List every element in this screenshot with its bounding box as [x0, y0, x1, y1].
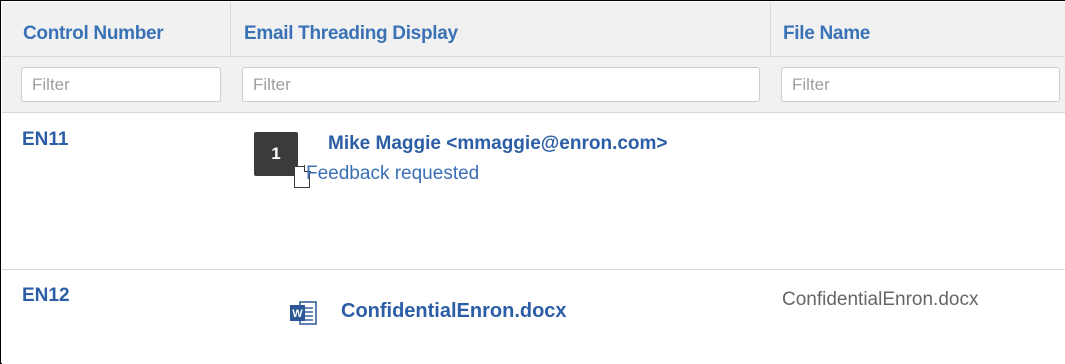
column-header-file-name[interactable]: File Name	[783, 2, 870, 57]
document-name-link[interactable]: ConfidentialEnron.docx	[341, 300, 567, 323]
svg-text:W: W	[292, 308, 303, 320]
grid-header-row: Control Number Email Threading Display F…	[2, 2, 1065, 57]
document-grid: Control Number Email Threading Display F…	[0, 0, 1065, 364]
email-subject-link[interactable]: Feedback requested	[306, 163, 479, 185]
word-document-icon: W	[290, 301, 317, 325]
table-row[interactable]: EN12 W ConfidentialEnron.docx Confidenti…	[2, 270, 1065, 364]
column-header-control-number[interactable]: Control Number	[23, 2, 164, 57]
grid-filter-row	[2, 57, 1065, 113]
column-header-email-threading-display[interactable]: Email Threading Display	[244, 2, 458, 57]
column-divider[interactable]	[230, 2, 231, 57]
email-thread-badge-icon[interactable]: 1	[254, 132, 298, 176]
control-number-link[interactable]: EN12	[22, 285, 70, 307]
table-row[interactable]: EN11 1 Mike Maggie <mmaggie@enron.com> F…	[2, 114, 1065, 268]
filter-file-name-input[interactable]	[781, 67, 1060, 102]
control-number-link[interactable]: EN11	[22, 129, 68, 151]
file-name-cell: ConfidentialEnron.docx	[782, 289, 979, 310]
column-divider[interactable]	[770, 2, 771, 57]
filter-control-number-input[interactable]	[21, 67, 221, 102]
email-sender-link[interactable]: Mike Maggie <mmaggie@enron.com>	[328, 133, 668, 155]
filter-email-threading-input[interactable]	[242, 67, 760, 102]
